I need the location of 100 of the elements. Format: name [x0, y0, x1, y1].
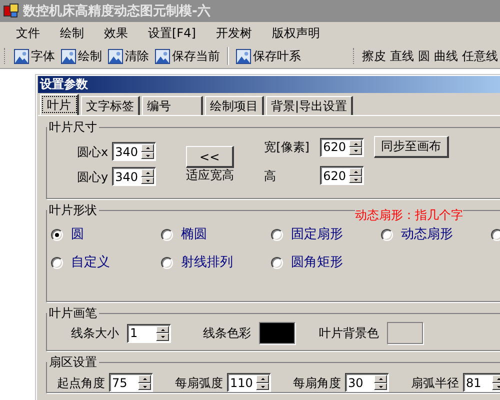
number-field[interactable]: 110: [228, 376, 256, 390]
radio-button[interactable]: [161, 229, 173, 241]
number-spinner[interactable]: 620: [320, 166, 364, 185]
picture-icon: [61, 48, 76, 64]
spin-buttons[interactable]: [156, 326, 169, 340]
radio-button[interactable]: [381, 229, 393, 241]
number-spinner[interactable]: 75: [109, 373, 153, 392]
number-field[interactable]: 620: [321, 140, 350, 154]
field-label: 叶片背景色: [319, 326, 379, 340]
spin-buttons[interactable]: [349, 168, 362, 183]
tool-button[interactable]: 任意线: [460, 46, 500, 66]
option-label: 圆: [71, 227, 84, 243]
radio-option[interactable]: 圆角矩形: [271, 255, 381, 271]
number-spinner[interactable]: 340: [112, 167, 156, 186]
option-label: 固定扇形: [291, 227, 343, 243]
spin-buttons[interactable]: [138, 375, 151, 390]
color-swatch[interactable]: [387, 322, 423, 344]
tab[interactable]: 绘制项目: [205, 96, 264, 115]
dialog-title: 设置参数: [38, 76, 500, 93]
field-label: 圆心x: [77, 144, 108, 158]
radio-option[interactable]: 圆: [51, 227, 161, 243]
option-label: 动态扇形: [401, 227, 453, 243]
fit-label: 适应宽高: [186, 168, 234, 182]
radio-option[interactable]: 射线排列: [161, 255, 271, 271]
tool-button[interactable]: 曲线: [432, 46, 460, 66]
number-field[interactable]: 1: [128, 326, 156, 340]
menu-item[interactable]: 开发树: [208, 22, 260, 44]
radio-button[interactable]: [161, 257, 173, 269]
radio-button[interactable]: [51, 257, 63, 269]
option-label: 椭圆: [181, 227, 207, 243]
number-field[interactable]: 30: [346, 376, 374, 390]
window-title: 数控机床高精度动态图元制模-六: [23, 2, 210, 20]
toolbar-button[interactable]: 字体: [11, 46, 58, 66]
spin-buttons[interactable]: [256, 375, 269, 390]
color-swatch[interactable]: [259, 322, 295, 344]
menu-item[interactable]: 效果: [96, 22, 136, 44]
field-label: 扇弧半径: [411, 376, 459, 390]
number-spinner[interactable]: 620: [320, 138, 364, 156]
number-spinner[interactable]: 30: [345, 373, 389, 392]
radio-option[interactable]: 椭圆: [161, 227, 271, 243]
toolbar-button[interactable]: 保存叶系: [233, 46, 304, 66]
toolbar-label: 清除: [125, 48, 149, 64]
field-label: 起点角度: [57, 376, 105, 390]
field-label: 高: [264, 168, 278, 182]
field-label: 线条色彩: [203, 326, 251, 340]
tab[interactable]: 编号: [142, 96, 203, 115]
radio-button[interactable]: [491, 229, 500, 241]
group-title: 扇区设置: [48, 355, 98, 369]
spin-buttons[interactable]: [374, 375, 387, 390]
menu-item[interactable]: 版权声明: [264, 22, 328, 44]
number-field[interactable]: 620: [321, 168, 350, 182]
tool-button[interactable]: 擦皮: [360, 46, 388, 66]
toolbar-button[interactable]: 保存当前: [152, 46, 223, 66]
group-title: 叶片画笔: [48, 306, 98, 320]
number-field[interactable]: 340: [113, 144, 142, 158]
radio-button[interactable]: [271, 229, 283, 241]
toolbar-label: 绘制: [78, 48, 102, 64]
spin-buttons[interactable]: [141, 144, 154, 159]
spin-buttons[interactable]: [349, 140, 362, 154]
group-title: 叶片尺寸: [48, 120, 98, 134]
number-field[interactable]: 75: [110, 376, 138, 390]
number-spinner[interactable]: 1: [127, 324, 171, 342]
group-title: 叶片形状: [48, 203, 98, 217]
radio-option[interactable]: 固定扇形: [271, 227, 381, 243]
tool-button[interactable]: 直线: [388, 46, 416, 66]
number-spinner[interactable]: 110: [227, 373, 271, 392]
tool-button[interactable]: 圆: [416, 46, 432, 66]
radio-option[interactable]: 自定义: [51, 255, 161, 271]
menu-item[interactable]: 设置[F4]: [140, 22, 204, 44]
toolbar-button[interactable]: 绘制: [58, 46, 105, 66]
number-spinner[interactable]: 81: [463, 373, 500, 392]
fit-button[interactable]: <<: [186, 146, 234, 168]
radio-option[interactable]: 动态扇形: [381, 227, 491, 243]
tab[interactable]: 叶片: [40, 94, 79, 115]
toolbar-label: 保存叶系: [253, 48, 301, 64]
menu-item[interactable]: 绘制: [52, 22, 92, 44]
radio-button[interactable]: [51, 229, 63, 241]
toolbar-label: 保存当前: [172, 48, 220, 64]
number-field[interactable]: 340: [113, 170, 142, 184]
tab[interactable]: 背景|导出设置: [266, 96, 354, 115]
picture-icon: [155, 48, 170, 64]
radio-button[interactable]: [271, 257, 283, 269]
picture-icon: [236, 48, 251, 64]
toolbar-button[interactable]: 清除: [105, 46, 152, 66]
sync-button[interactable]: 同步至画布: [374, 136, 450, 158]
toolbar-label: 字体: [31, 48, 55, 64]
option-label: 自定义: [71, 255, 110, 271]
spin-buttons[interactable]: [141, 169, 154, 184]
option-label: 射线排列: [181, 255, 233, 271]
field-label: 圆心y: [77, 170, 108, 184]
field-label: 每扇弧度: [175, 376, 223, 390]
number-field[interactable]: 81: [464, 376, 492, 390]
field-label: 每扇角度: [293, 376, 341, 390]
app-icon: [3, 3, 19, 19]
number-spinner[interactable]: 340: [112, 142, 156, 161]
picture-icon: [108, 48, 123, 64]
field-label: 宽[像素]: [264, 140, 310, 154]
menu-item[interactable]: 文件: [8, 22, 48, 44]
field-label: 线条大小: [71, 326, 119, 340]
tab[interactable]: 文字标签: [81, 96, 140, 115]
